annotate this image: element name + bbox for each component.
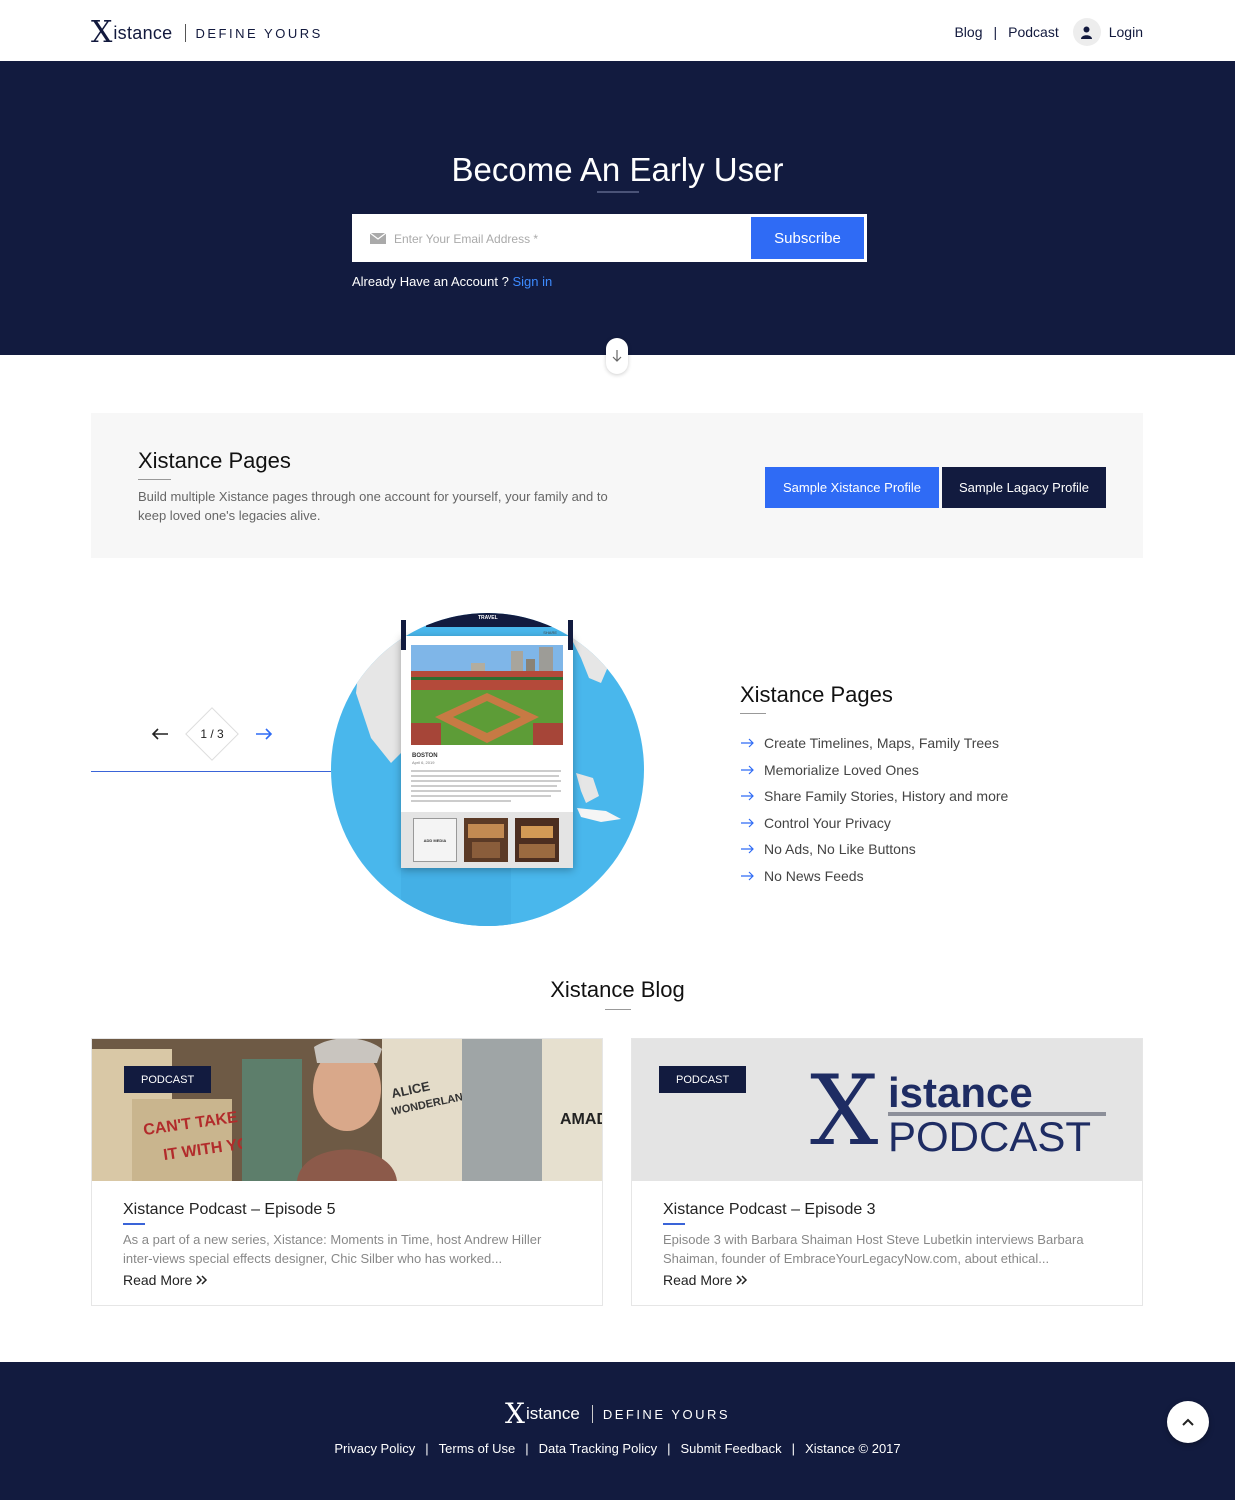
footer-links: Privacy Policy | Terms of Use | Data Tra… — [0, 1441, 1235, 1456]
arrow-right-icon — [741, 844, 754, 854]
site-header: X istance DEFINE YOURS Blog | Podcast Lo… — [0, 0, 1235, 61]
privacy-policy-link[interactable]: Privacy Policy — [334, 1441, 415, 1456]
logo-divider — [184, 24, 186, 42]
device-share-label: SHARE — [543, 630, 557, 635]
slide-counter: 1 / 3 — [200, 727, 224, 741]
submit-feedback-link[interactable]: Submit Feedback — [681, 1441, 782, 1456]
nav-login-link[interactable]: Login — [1109, 24, 1143, 40]
pages-box-underline — [138, 479, 171, 480]
scroll-down-button[interactable] — [606, 338, 628, 374]
footer-logo-tagline: DEFINE YOURS — [602, 1406, 731, 1422]
feature-item: Memorialize Loved Ones — [740, 757, 1008, 784]
arrow-right-icon — [741, 765, 754, 775]
features-list: Create Timelines, Maps, Family Trees Mem… — [740, 730, 1008, 889]
footer-logo-x: X — [505, 1397, 525, 1430]
terms-of-use-link[interactable]: Terms of Use — [439, 1441, 516, 1456]
footer-logo-name: istance — [525, 1404, 580, 1423]
already-account-text: Already Have an Account ? Sign in — [352, 274, 552, 289]
nav-separator: | — [993, 24, 998, 40]
feature-item: Control Your Privacy — [740, 810, 1008, 837]
blog-card-underline — [123, 1223, 145, 1225]
hero-title: Become An Early User — [451, 151, 784, 188]
blog-card-title[interactable]: Xistance Podcast – Episode 5 — [123, 1201, 336, 1219]
footer-logo-divider — [591, 1405, 593, 1423]
pages-promo-box: Xistance Pages Build multiple Xistance p… — [91, 413, 1143, 558]
nav-podcast-link[interactable]: Podcast — [1008, 24, 1059, 40]
media-thumbnail — [515, 818, 559, 862]
feature-item: Create Timelines, Maps, Family Trees — [740, 730, 1008, 757]
arrow-down-icon — [612, 350, 622, 362]
media-thumbnail — [464, 818, 508, 862]
footer-separator: | — [791, 1441, 796, 1456]
blog-card-excerpt: Episode 3 with Barbara Shaiman Host Stev… — [663, 1232, 1084, 1266]
blog-card-image[interactable]: X istance PODCAST — [632, 1039, 1142, 1181]
podcast-badge: PODCAST — [659, 1066, 747, 1093]
blog-section-title: Xistance Blog — [550, 977, 685, 1002]
double-chevron-right-icon — [196, 1275, 208, 1285]
read-more-link[interactable]: Read More — [123, 1272, 208, 1288]
arrow-right-icon — [741, 871, 754, 881]
pages-box-description: Build multiple Xistance pages through on… — [138, 489, 608, 523]
ballpark-photo — [411, 645, 563, 745]
podcast-logo-x: X — [810, 1055, 879, 1167]
device-edge-right — [568, 620, 573, 650]
double-chevron-right-icon — [736, 1275, 748, 1285]
hero-title-underline — [597, 191, 639, 193]
footer-logo[interactable]: X istance DEFINE YOURS — [505, 1397, 731, 1430]
email-input[interactable] — [394, 226, 734, 252]
hero-section: Become An Early User Subscribe Already H… — [0, 61, 1235, 355]
sample-xistance-profile-button[interactable]: Sample Xistance Profile — [765, 467, 939, 508]
nav-blog-link[interactable]: Blog — [954, 24, 982, 40]
blog-card[interactable]: X istance PODCAST PODCAST Xistance Podca… — [631, 1038, 1143, 1306]
blog-card-image[interactable]: CAN'T TAKE IT WITH YOU ALICE WONDERLAND … — [92, 1039, 602, 1181]
blog-card-excerpt: As a part of a new series, Xistance: Mom… — [123, 1232, 542, 1266]
device-card-title: BOSTON — [412, 753, 438, 759]
signup-form: Subscribe — [352, 214, 867, 262]
slider-line — [91, 771, 331, 772]
blog-card-title[interactable]: Xistance Podcast – Episode 3 — [663, 1201, 876, 1219]
podcast-logo-line2: PODCAST — [888, 1113, 1092, 1160]
pages-box-title: Xistance Pages — [138, 448, 291, 473]
footer-separator: | — [525, 1441, 529, 1456]
arrow-right-icon — [741, 791, 754, 801]
slider-prev-arrow-icon[interactable] — [150, 726, 170, 742]
device-body-text-lines — [411, 770, 561, 802]
sign-in-link[interactable]: Sign in — [512, 274, 552, 289]
podcast-badge: PODCAST — [124, 1066, 212, 1093]
footer-separator: | — [425, 1441, 429, 1456]
feature-item: No News Feeds — [740, 863, 1008, 890]
logo-x: X — [91, 15, 113, 50]
arrow-right-icon — [741, 738, 754, 748]
read-more-link[interactable]: Read More — [663, 1272, 748, 1288]
blog-title-underline — [605, 1009, 631, 1010]
top-nav: Blog | Podcast Login — [954, 18, 1143, 46]
slider-next-arrow-icon[interactable] — [254, 726, 274, 742]
podcast-logo-line1: istance — [888, 1069, 1033, 1116]
sample-legacy-profile-button[interactable]: Sample Lagacy Profile — [942, 467, 1106, 508]
device-edge-left — [401, 620, 406, 650]
chevron-up-icon — [1182, 1418, 1194, 1426]
features-title: Xistance Pages — [740, 682, 893, 707]
copyright-text: Xistance © 2017 — [805, 1441, 901, 1456]
subscribe-button[interactable]: Subscribe — [751, 217, 864, 259]
blog-card[interactable]: CAN'T TAKE IT WITH YOU ALICE WONDERLAND … — [91, 1038, 603, 1306]
logo-tagline: DEFINE YOURS — [195, 25, 323, 41]
svg-text:AMAD: AMAD — [560, 1111, 602, 1128]
device-card-date: April 6, 2019 — [412, 760, 435, 765]
back-to-top-button[interactable] — [1167, 1401, 1209, 1443]
logo-name: istance — [113, 22, 173, 43]
already-account-label: Already Have an Account ? — [352, 274, 509, 289]
arrow-right-icon — [741, 818, 754, 828]
site-footer: X istance DEFINE YOURS Privacy Policy | … — [0, 1362, 1235, 1500]
blog-card-underline — [663, 1223, 685, 1225]
data-tracking-policy-link[interactable]: Data Tracking Policy — [539, 1441, 658, 1456]
mail-icon — [370, 233, 386, 244]
site-logo[interactable]: X istance DEFINE YOURS — [91, 15, 323, 50]
features-underline — [740, 713, 766, 714]
user-icon[interactable] — [1072, 18, 1101, 46]
feature-item: No Ads, No Like Buttons — [740, 836, 1008, 863]
footer-separator: | — [667, 1441, 671, 1456]
feature-item: Share Family Stories, History and more — [740, 783, 1008, 810]
add-media-button[interactable]: ADD MEDIA — [413, 818, 457, 862]
